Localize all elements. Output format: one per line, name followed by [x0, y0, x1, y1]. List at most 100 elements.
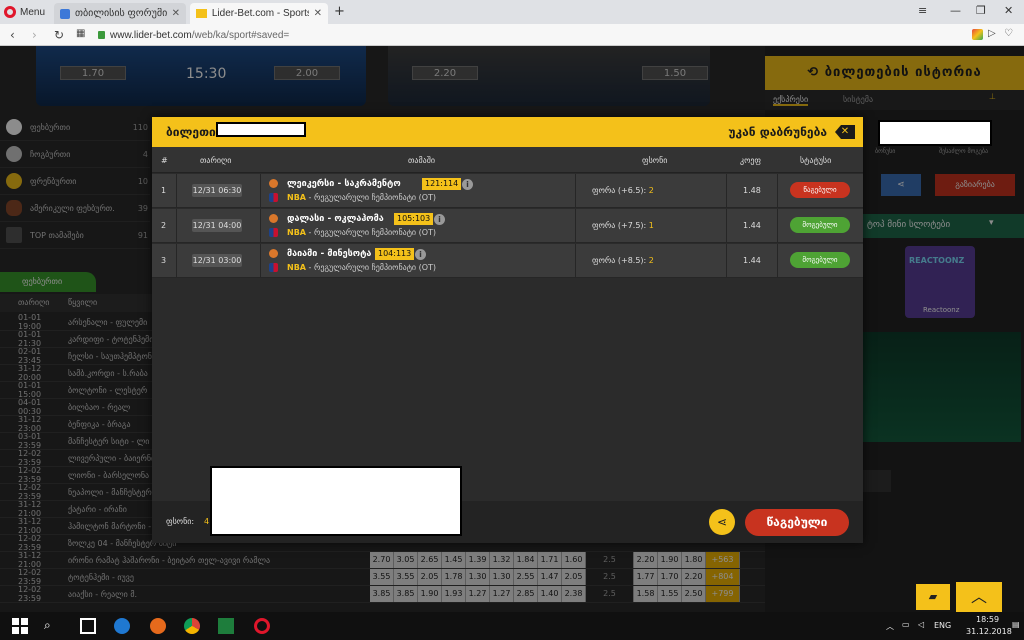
ticket-label: ბილეთი:	[166, 125, 221, 139]
task-view-icon[interactable]	[80, 618, 96, 634]
divider	[176, 244, 177, 278]
event-date: 12/31 04:00	[192, 219, 242, 232]
reload-icon[interactable]: ↻	[54, 28, 64, 42]
language-indicator[interactable]: ENG	[934, 621, 951, 630]
lock-icon	[98, 31, 105, 39]
nba-icon	[269, 193, 278, 202]
col-odd: კოეფ	[740, 156, 762, 165]
event-teams: ლეიკერსი - საკრამენტო	[287, 179, 401, 189]
tab-forum[interactable]: თბილისის ფორუმი - F ✕	[54, 3, 186, 24]
modal-header: ბილეთი: უკან დაბრუნება ✕	[152, 117, 863, 147]
ticket-table-header: # თარიღი თამაში ფსონი კოეფ სტატუსი	[152, 147, 863, 173]
browser-menu-button[interactable]: Menu	[4, 4, 45, 20]
chrome-icon[interactable]	[184, 618, 200, 634]
bookmark-heart-icon[interactable]: ♡	[1004, 28, 1013, 39]
bet-value: 2	[648, 256, 654, 265]
bet-label: ფორა (+7.5):	[592, 221, 647, 230]
clock-date[interactable]: 31.12.2018	[966, 627, 1012, 636]
speed-dial-icon[interactable]: ▦	[76, 28, 85, 39]
scroll-top-icon[interactable]: ︿	[956, 582, 1002, 612]
start-icon[interactable]	[12, 618, 28, 634]
tab-close-icon[interactable]: ✕	[172, 8, 180, 19]
extension-icon[interactable]	[972, 29, 983, 40]
back-button[interactable]: უკან დაბრუნება	[728, 125, 827, 139]
event-date: 12/31 03:00	[192, 254, 242, 267]
address-bar: ‹ › ↻ ▦ www.lider-bet.com/web/ka/sport#s…	[0, 24, 1024, 46]
status-badge: წაგებული	[790, 182, 850, 198]
chat-icon[interactable]: ▰	[916, 584, 950, 610]
league-name: - რეგულარული ჩემპიონატი (OT)	[308, 193, 437, 202]
row-number: 1	[161, 186, 167, 195]
divider	[575, 174, 576, 208]
close-window-icon[interactable]: ✕	[1004, 4, 1013, 17]
league-tag: NBA	[287, 228, 306, 237]
event-league: NBA - რეგულარული ჩემპიონატი (OT)	[287, 263, 436, 272]
windows-taskbar: ⌕ ︿ ▭ ◁ ENG 18:59 31.12.2018 ▤	[0, 612, 1024, 640]
send-icon[interactable]: ▷	[988, 28, 996, 39]
ticket-row: 2 12/31 04:00 დალასი - ოკლაჰომა 105:103 i NBA…	[152, 209, 863, 243]
liderbet-favicon-icon	[196, 9, 207, 18]
stake-label: ფსონი:	[166, 517, 195, 526]
status-badge: მოგებული	[790, 252, 850, 268]
event-league: NBA - რეგულარული ჩემპიონატი (OT)	[287, 228, 436, 237]
search-icon[interactable]: ⌕	[44, 618, 60, 634]
bet-label: ფორა (+8.5):	[592, 256, 647, 265]
share-icon[interactable]: ⋖	[709, 509, 735, 535]
divider	[726, 244, 727, 278]
info-icon[interactable]: i	[434, 214, 445, 225]
stake-value: 4	[204, 517, 210, 526]
restore-icon[interactable]: ❐	[976, 4, 986, 17]
speaker-icon[interactable]: ◁	[918, 620, 924, 629]
col-num: #	[161, 156, 168, 165]
excel-icon[interactable]	[218, 618, 234, 634]
opera-taskbar-icon[interactable]	[254, 618, 270, 634]
tab-menu-icon[interactable]: ≡	[918, 4, 927, 17]
tray-arrow-icon[interactable]: ︿	[886, 621, 894, 632]
bet-selection: ფორა (+8.5): 2	[592, 256, 654, 265]
system-tray: ︿ ▭ ◁ ENG 18:59 31.12.2018 ▤	[884, 612, 1024, 640]
col-status: სტატუსი	[800, 156, 832, 165]
event-league: NBA - რეგულარული ჩემპიონატი (OT)	[287, 193, 436, 202]
tab-title: Lider-Bet.com - Sports an	[211, 8, 309, 19]
ticket-status-button[interactable]: წაგებული	[745, 509, 849, 536]
basketball-icon	[269, 214, 278, 223]
network-icon[interactable]: ▭	[902, 620, 910, 629]
back-icon[interactable]: ‹	[10, 28, 15, 42]
browser-tabbar: Menu თბილისის ფორუმი - F ✕ Lider-Bet.com…	[0, 0, 1024, 24]
divider	[260, 244, 261, 278]
divider	[260, 174, 261, 208]
ticket-row: 3 12/31 03:00 მაიამი - მინესოტა 104:113 i NBA…	[152, 244, 863, 278]
tab-close-icon[interactable]: ✕	[314, 8, 322, 19]
divider	[575, 209, 576, 243]
ticket-row: 1 12/31 06:30 ლეიკერსი - საკრამენტო 121:114…	[152, 174, 863, 208]
tab-liderbet[interactable]: Lider-Bet.com - Sports an ✕	[190, 3, 328, 24]
close-icon[interactable]: ✕	[835, 125, 855, 139]
info-icon[interactable]: i	[415, 249, 426, 260]
minimize-icon[interactable]: —	[950, 4, 961, 17]
bet-value: 1	[648, 221, 654, 230]
info-icon[interactable]: i	[462, 179, 473, 190]
forward-icon[interactable]: ›	[32, 28, 37, 42]
league-name: - რეგულარული ჩემპიონატი (OT)	[308, 228, 437, 237]
bet-selection: ფორა (+7.5): 1	[592, 221, 654, 230]
new-tab-button[interactable]: +	[334, 4, 345, 19]
firefox-icon[interactable]	[150, 618, 166, 634]
nba-icon	[269, 228, 278, 237]
bet-selection: ფორა (+6.5): 2	[592, 186, 654, 195]
bet-label: ფორა (+6.5):	[592, 186, 647, 195]
edge-icon[interactable]	[114, 618, 130, 634]
menu-label: Menu	[20, 6, 46, 18]
divider	[777, 244, 778, 278]
league-tag: NBA	[287, 193, 306, 202]
notifications-icon[interactable]: ▤	[1012, 620, 1020, 629]
bet-odd: 1.48	[743, 186, 761, 195]
divider	[777, 174, 778, 208]
nba-icon	[269, 263, 278, 272]
event-score: 104:113	[375, 248, 415, 260]
event-score: 105:103	[394, 213, 434, 225]
event-date: 12/31 06:30	[192, 184, 242, 197]
url-field[interactable]: www.lider-bet.com/web/ka/sport#saved=	[98, 27, 958, 43]
forum-favicon-icon	[60, 8, 70, 19]
clock-time[interactable]: 18:59	[976, 615, 999, 624]
redacted-block	[210, 466, 462, 536]
